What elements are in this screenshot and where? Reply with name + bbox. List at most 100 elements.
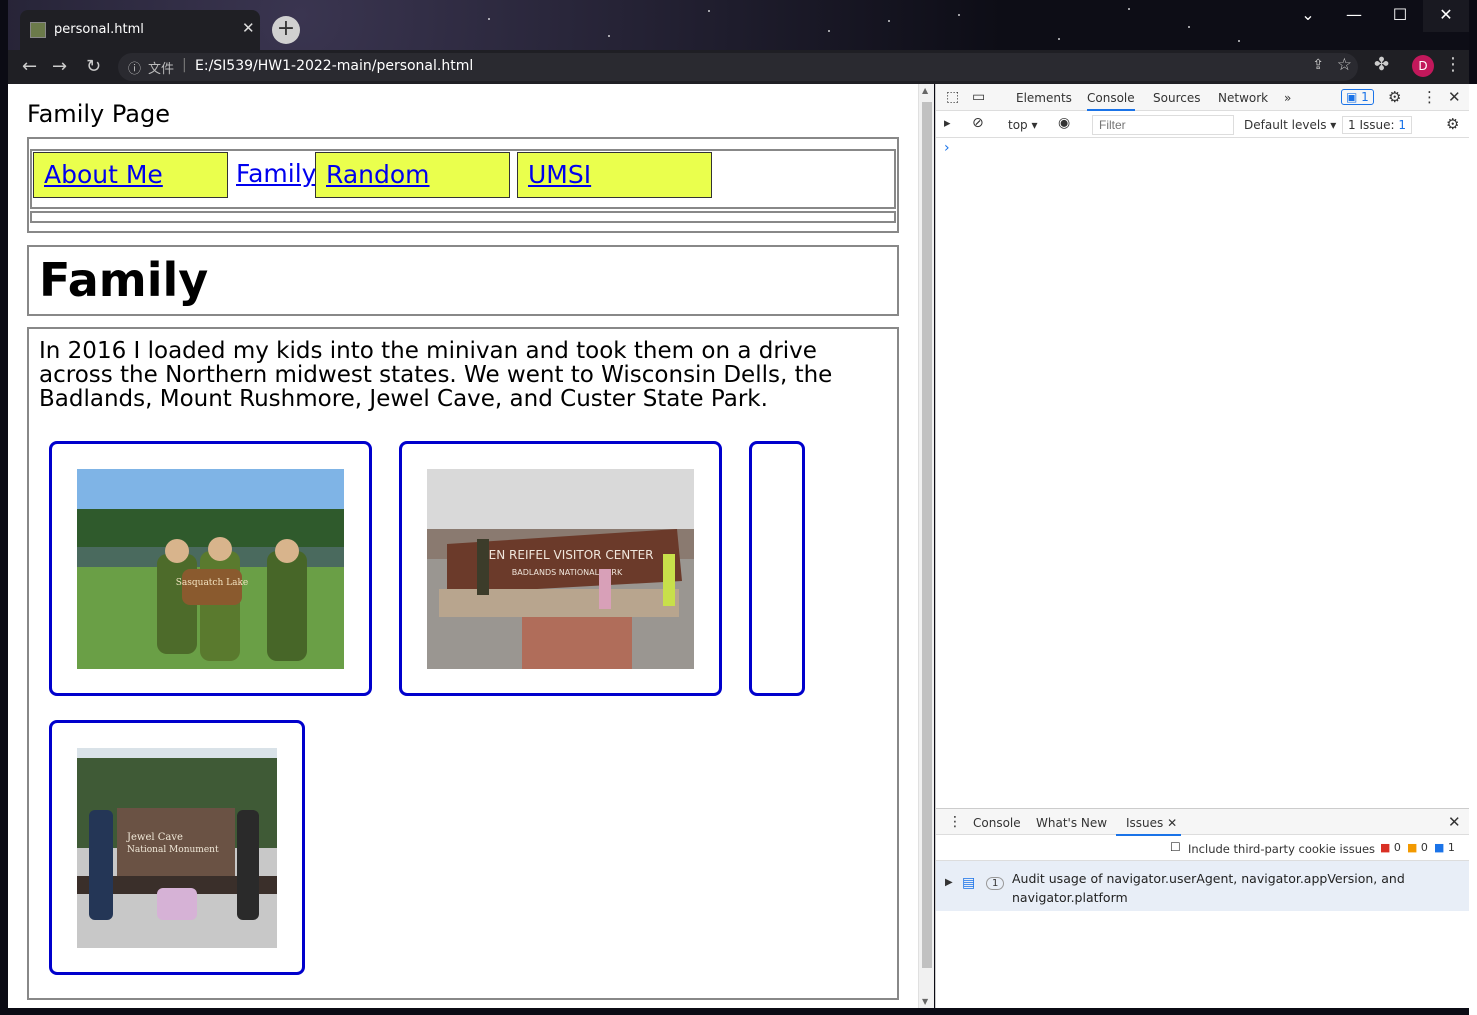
photo-jewel-cave: Jewel Cave National Monument <box>77 748 277 948</box>
error-count-num: 0 <box>1393 841 1401 854</box>
clear-console-icon[interactable]: ⊘ <box>972 115 984 131</box>
reload-icon[interactable]: ↻ <box>86 56 101 77</box>
issue-text: Audit usage of navigator.userAgent, navi… <box>1012 871 1405 905</box>
page-scrollbar[interactable]: ▲ ▼ <box>918 84 934 1008</box>
warning-count-num: 0 <box>1420 841 1428 854</box>
jewel-sign-line1: Jewel Cave <box>126 832 183 843</box>
title-bar: personal.html ✕ + ⌄ — ☐ ✕ <box>8 0 1469 50</box>
photo-image: Jewel Cave National Monument <box>77 748 277 948</box>
photo-card: Jewel Cave National Monument <box>49 720 305 975</box>
settings-gear-icon[interactable]: ⚙ <box>1388 88 1401 106</box>
browser-tab[interactable]: personal.html ✕ <box>20 10 260 50</box>
log-levels-dropdown[interactable]: Default levels ▾ <box>1244 118 1336 132</box>
warning-count: ■ 0 <box>1407 841 1428 854</box>
badlands-sign-line1: BEN REIFEL VISITOR CENTER <box>480 548 653 562</box>
photo-image: Sasquatch Lake <box>77 469 344 669</box>
page-heading: Family <box>39 253 209 307</box>
close-window-button[interactable]: ✕ <box>1423 0 1469 32</box>
window-controls: ⌄ — ☐ ✕ <box>1285 0 1469 32</box>
close-tab-icon[interactable]: ✕ <box>242 19 255 37</box>
nav-container: About Me Family Random UMSI <box>27 137 899 233</box>
drawer-menu-icon[interactable]: ⋮ <box>948 814 962 830</box>
tab-search-icon[interactable]: ⌄ <box>1285 0 1331 32</box>
page-viewport: Family Page About Me Family Random UMSI … <box>8 84 918 1008</box>
issue-occurrence-count: 1 <box>986 877 1005 890</box>
inspect-element-icon[interactable]: ⬚ <box>946 89 959 105</box>
more-tabs-icon[interactable]: » <box>1284 91 1291 105</box>
jewel-sign-line2: National Monument <box>127 845 219 855</box>
nav-link-random[interactable]: Random <box>315 152 510 198</box>
console-settings-icon[interactable]: ⚙ <box>1446 115 1459 133</box>
nav-link-about-me[interactable]: About Me <box>33 152 228 198</box>
tab-sources[interactable]: Sources <box>1153 91 1200 105</box>
back-icon[interactable]: ← <box>22 56 37 77</box>
nav-link-umsi[interactable]: UMSI <box>517 152 712 198</box>
tab-elements[interactable]: Elements <box>1016 91 1072 105</box>
extensions-icon[interactable]: ✤ <box>1374 54 1389 75</box>
issue-row[interactable]: ▶ ▤ 1 Audit usage of navigator.userAgent… <box>936 861 1470 911</box>
scheme-label: 文件 <box>148 62 175 77</box>
photo-sasquatch-lake: Sasquatch Lake <box>77 469 344 669</box>
separator: | <box>182 57 187 73</box>
third-party-label: Include third-party cookie issues <box>1188 842 1376 856</box>
tab-title: personal.html <box>54 22 144 37</box>
close-drawer-icon[interactable]: ✕ <box>1448 813 1461 831</box>
forward-icon[interactable]: → <box>52 56 67 77</box>
profile-avatar[interactable]: D <box>1412 55 1434 77</box>
info-count: ■ 1 <box>1434 841 1455 854</box>
issues-toolbar: ☐ Include third-party cookie issues ■ 0 … <box>936 835 1470 861</box>
error-count: ■ 0 <box>1380 841 1401 854</box>
console-output[interactable]: › <box>936 138 1470 808</box>
console-prompt: › <box>944 140 950 156</box>
console-filter-input[interactable] <box>1092 115 1234 135</box>
issues-badge-count: 1 <box>1361 90 1369 104</box>
browser-window: personal.html ✕ + ⌄ — ☐ ✕ ← → ↻ ⓘ 文件 | E… <box>0 0 1477 1015</box>
scroll-up-icon[interactable]: ▲ <box>922 86 928 95</box>
drawer-tab-issues-label: Issues <box>1126 816 1164 830</box>
site-title: Family Page <box>27 100 170 128</box>
photo-badlands: BEN REIFEL VISITOR CENTER BADLANDS NATIO… <box>427 469 694 669</box>
scroll-down-icon[interactable]: ▼ <box>922 997 928 1006</box>
close-devtools-icon[interactable]: ✕ <box>1448 88 1461 106</box>
issue-info-icon: ▤ <box>962 875 976 891</box>
heading-box: Family <box>27 245 899 316</box>
info-count-num: 1 <box>1447 841 1455 854</box>
browser-toolbar: ← → ↻ ⓘ 文件 | E:/SI539/HW1-2022-main/pers… <box>8 50 1469 84</box>
nav-link-family[interactable]: Family <box>226 152 316 198</box>
nav-bar: About Me Family Random UMSI <box>30 149 896 209</box>
menu-icon[interactable]: ⋮ <box>1444 54 1462 75</box>
context-select[interactable]: top ▾ <box>1008 118 1038 132</box>
drawer-tab-console[interactable]: Console <box>973 816 1021 830</box>
device-toolbar-icon[interactable]: ▭ <box>972 89 985 105</box>
nav-bar-empty-row <box>30 211 896 223</box>
kebab-menu-icon[interactable]: ⋮ <box>1422 88 1437 106</box>
maximize-button[interactable]: ☐ <box>1377 0 1423 32</box>
console-toolbar: ▸ ⊘ top ▾ ◉ Default levels ▾ 1 Issue: 1 … <box>936 111 1470 138</box>
new-tab-button[interactable]: + <box>272 16 300 44</box>
info-icon[interactable]: ⓘ <box>128 58 141 77</box>
drawer-tabbar: ⋮ Console What's New Issues ✕ ✕ <box>936 809 1470 836</box>
share-icon[interactable]: ⇪ <box>1312 57 1324 73</box>
sasquatch-sign-text: Sasquatch Lake <box>176 578 249 588</box>
live-expression-eye-icon[interactable]: ◉ <box>1058 115 1070 131</box>
intro-paragraph: In 2016 I loaded my kids into the miniva… <box>39 338 833 412</box>
devtools-tabbar: ⬚ ▭ Elements Console Sources Network » ▣… <box>936 84 1470 111</box>
sidebar-toggle-icon[interactable]: ▸ <box>944 116 951 131</box>
close-issues-tab-icon[interactable]: ✕ <box>1167 816 1177 830</box>
minimize-button[interactable]: — <box>1331 0 1377 32</box>
scroll-thumb[interactable] <box>922 102 932 968</box>
issue-counter-label: 1 Issue: <box>1348 118 1395 132</box>
url-text[interactable]: E:/SI539/HW1-2022-main/personal.html <box>195 58 473 74</box>
main-content: In 2016 I loaded my kids into the miniva… <box>27 327 899 1000</box>
bookmark-star-icon[interactable]: ☆ <box>1337 55 1352 75</box>
window-right-edge <box>1469 84 1477 1015</box>
expand-issue-icon[interactable]: ▶ <box>945 877 953 888</box>
third-party-checkbox[interactable]: ☐ <box>1170 840 1181 854</box>
drawer-tab-whats-new[interactable]: What's New <box>1036 816 1107 830</box>
drawer-tab-issues[interactable]: Issues ✕ <box>1116 816 1182 836</box>
address-bar[interactable]: ⓘ 文件 | E:/SI539/HW1-2022-main/personal.h… <box>118 53 1358 81</box>
tab-console[interactable]: Console <box>1087 91 1135 111</box>
issue-counter-button[interactable]: 1 Issue: 1 <box>1342 116 1412 134</box>
issues-badge[interactable]: ▣ 1 <box>1341 89 1374 105</box>
tab-network[interactable]: Network <box>1218 91 1268 105</box>
